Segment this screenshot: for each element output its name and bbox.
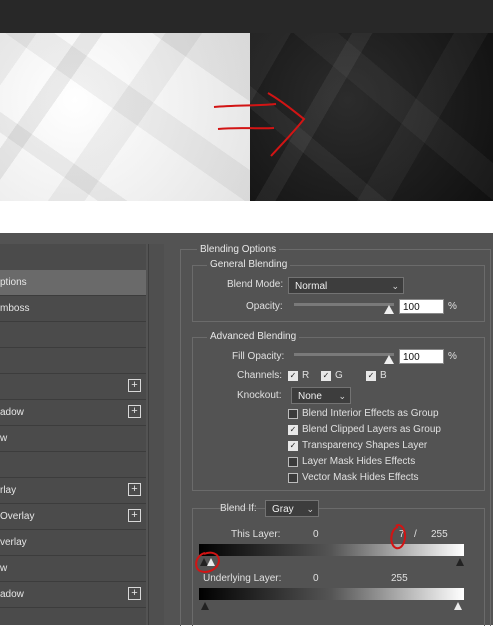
- advanced-blending-title: Advanced Blending: [207, 331, 300, 343]
- add-effect-plus-icon[interactable]: +: [128, 509, 141, 522]
- fill-opacity-unit: %: [448, 351, 457, 362]
- this-layer-separator: /: [414, 529, 417, 540]
- style-list-item[interactable]: rlay +: [0, 478, 146, 504]
- style-list-item-label: w: [0, 563, 8, 574]
- general-blending-title: General Blending: [207, 259, 291, 271]
- option-checkbox[interactable]: [288, 473, 298, 483]
- channel-checkbox-r[interactable]: ✓: [288, 371, 298, 381]
- style-list-scrollbar[interactable]: [148, 244, 164, 625]
- add-effect-plus-icon[interactable]: +: [128, 587, 141, 600]
- opacity-label: Opacity:: [246, 301, 283, 312]
- option-label: Layer Mask Hides Effects: [302, 456, 416, 467]
- blend-if-select[interactable]: Gray ⌄: [265, 500, 319, 517]
- blending-options-title: Blending Options: [197, 244, 280, 256]
- this-layer-low-value: 0: [313, 529, 319, 540]
- canvas-gap: [0, 201, 493, 233]
- fill-opacity-input[interactable]: 100: [399, 349, 444, 364]
- style-list-item-label: rlay: [0, 485, 17, 496]
- style-list-item[interactable]: [0, 322, 146, 348]
- this-layer-high-value: 255: [431, 529, 448, 540]
- channel-checkbox-g[interactable]: ✓: [321, 371, 331, 381]
- this-layer-gradient: [199, 544, 464, 556]
- add-effect-plus-icon[interactable]: +: [128, 405, 141, 418]
- style-list-item[interactable]: ptions: [0, 270, 146, 296]
- add-effect-plus-icon[interactable]: +: [128, 379, 141, 392]
- fill-opacity-label: Fill Opacity:: [232, 351, 285, 362]
- channel-label: R: [302, 370, 310, 381]
- style-list-item[interactable]: +: [0, 374, 146, 400]
- style-list-item[interactable]: adow +: [0, 400, 146, 426]
- option-label: Vector Mask Hides Effects: [302, 472, 419, 483]
- blend-if-label: Blend If:: [220, 503, 257, 514]
- this-layer-black-slider-right[interactable]: [207, 558, 215, 566]
- underlying-white-slider[interactable]: [454, 602, 462, 610]
- option-checkbox[interactable]: ✓: [288, 425, 298, 435]
- this-layer-mid-value: 7: [399, 529, 405, 540]
- channel-label: G: [335, 370, 343, 381]
- opacity-input[interactable]: 100: [399, 299, 444, 314]
- fill-opacity-slider-track[interactable]: [294, 353, 394, 356]
- style-list-item[interactable]: [0, 452, 146, 478]
- option-label: Transparency Shapes Layer: [302, 440, 428, 451]
- chevron-down-icon: ⌄: [306, 504, 314, 514]
- blend-mode-value: Normal: [295, 281, 328, 292]
- crumpled-black-paper-image: [250, 33, 493, 201]
- crumpled-white-paper-image: [0, 33, 250, 201]
- underlying-layer-gradient: [199, 588, 464, 600]
- this-layer-label: This Layer:: [231, 529, 281, 540]
- blend-mode-label: Blend Mode:: [227, 279, 284, 290]
- chevron-down-icon: ⌄: [391, 281, 399, 291]
- fill-opacity-slider-thumb[interactable]: [384, 355, 394, 364]
- channel-checkbox-b[interactable]: ✓: [366, 371, 376, 381]
- style-list-item[interactable]: [0, 348, 146, 374]
- top-toolbar: [0, 0, 493, 33]
- option-checkbox[interactable]: ✓: [288, 441, 298, 451]
- style-list-item[interactable]: w: [0, 426, 146, 452]
- style-list-item[interactable]: mboss: [0, 296, 146, 322]
- knockout-label: Knockout:: [237, 390, 282, 401]
- style-list-item-label: w: [0, 433, 8, 444]
- channel-label: B: [380, 370, 387, 381]
- this-layer-white-slider[interactable]: [456, 558, 464, 566]
- option-label: Blend Interior Effects as Group: [302, 408, 439, 419]
- style-list-item[interactable]: Overlay +: [0, 504, 146, 530]
- blend-if-value: Gray: [272, 504, 294, 515]
- blend-if-group: [192, 508, 485, 626]
- add-effect-plus-icon[interactable]: +: [128, 483, 141, 496]
- style-list-item[interactable]: w: [0, 556, 146, 582]
- style-list-item-label: verlay: [0, 537, 27, 548]
- style-list-item-label: mboss: [0, 303, 30, 314]
- opacity-unit: %: [448, 301, 457, 312]
- channels-label: Channels:: [237, 370, 283, 381]
- underlying-low-value: 0: [313, 573, 319, 584]
- opacity-slider-thumb[interactable]: [384, 305, 394, 314]
- underlying-layer-label: Underlying Layer:: [203, 573, 282, 584]
- underlying-high-value: 255: [391, 573, 408, 584]
- option-label: Blend Clipped Layers as Group: [302, 424, 441, 435]
- layer-style-list: ptions mboss + adow + w rlay + Overlay + verlay w ad…: [0, 244, 146, 625]
- opacity-slider-track[interactable]: [294, 303, 394, 306]
- knockout-value: None: [298, 391, 322, 402]
- style-list-item-label: Overlay: [0, 511, 35, 522]
- knockout-select[interactable]: None ⌄: [291, 387, 351, 404]
- style-list-item-label: adow: [0, 589, 24, 600]
- underlying-black-slider[interactable]: [201, 602, 209, 610]
- style-list-item-label: ptions: [0, 277, 27, 288]
- style-list-item[interactable]: verlay: [0, 530, 146, 556]
- style-list-item[interactable]: adow +: [0, 582, 146, 608]
- chevron-down-icon: ⌄: [338, 391, 346, 401]
- option-checkbox[interactable]: [288, 457, 298, 467]
- option-checkbox[interactable]: [288, 409, 298, 419]
- blend-mode-select[interactable]: Normal ⌄: [288, 277, 404, 294]
- style-list-item-label: adow: [0, 407, 24, 418]
